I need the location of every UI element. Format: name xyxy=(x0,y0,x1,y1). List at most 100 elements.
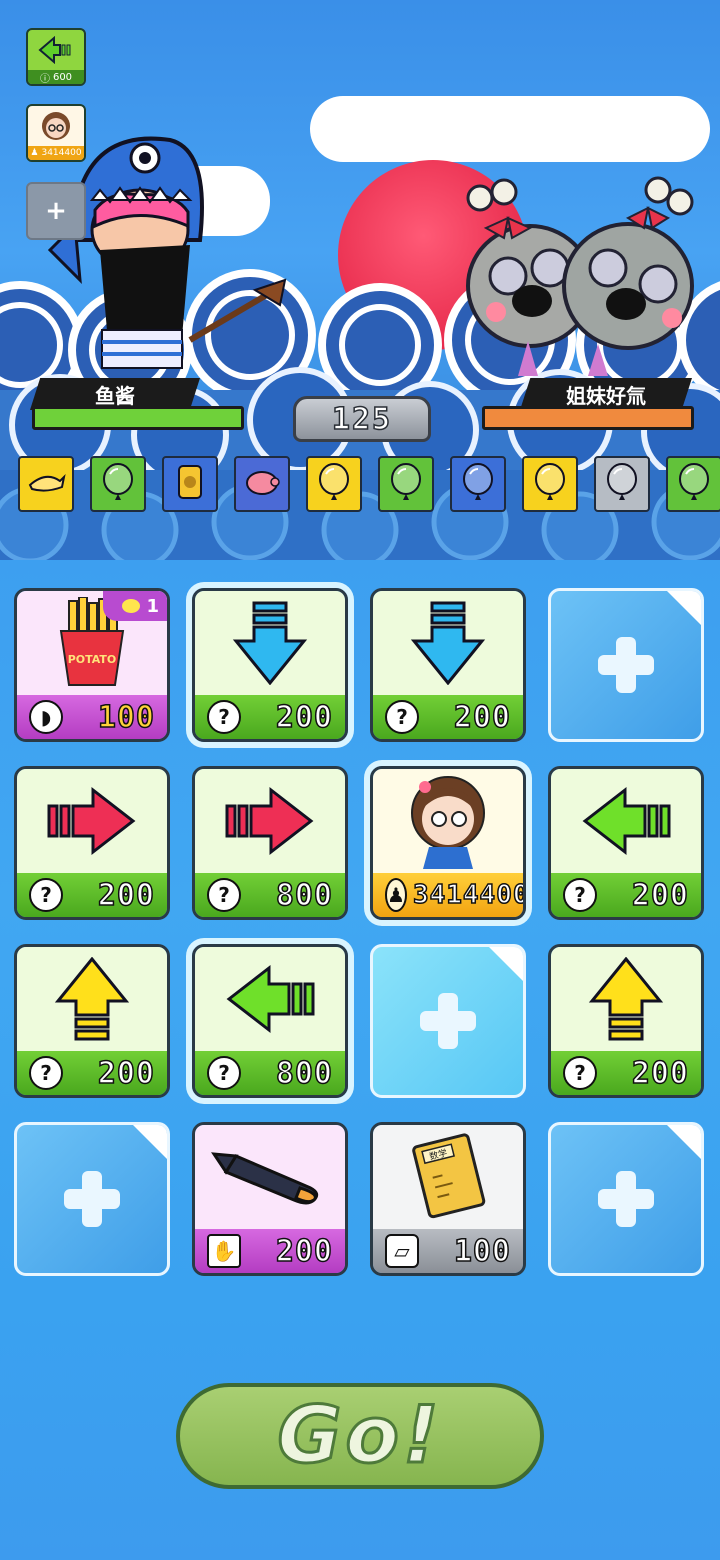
coin-icon: ? xyxy=(385,700,419,734)
back-arrow-icon xyxy=(28,30,84,70)
price-bar: ? 200 xyxy=(373,695,523,739)
price-value: 200 xyxy=(453,699,511,736)
gray-balloon-icon xyxy=(604,462,640,506)
piggy-bank-icon xyxy=(242,467,282,501)
empty-slot[interactable] xyxy=(548,1122,704,1276)
item-slot[interactable] xyxy=(450,456,506,512)
round-counter: 125 xyxy=(293,396,431,442)
green-balloon-icon xyxy=(676,462,712,506)
price-bar: ? 200 xyxy=(17,1051,167,1095)
bread-icon: ◗ xyxy=(29,700,63,734)
yellow-balloon-icon xyxy=(316,462,352,506)
player-name: 鱼酱 xyxy=(95,383,135,408)
item-slot[interactable] xyxy=(162,456,218,512)
item-slot[interactable] xyxy=(306,456,362,512)
item-slot[interactable] xyxy=(18,456,74,512)
girl-avatar-icon xyxy=(373,769,523,873)
avatar-button[interactable]: ♟ 3414400 xyxy=(26,104,86,162)
fries-label: POTATO xyxy=(68,653,117,666)
card-up-arrow[interactable]: ? 200 xyxy=(548,944,704,1098)
back-button[interactable]: ⓘ 600 xyxy=(26,28,86,86)
card-right-arrow[interactable]: ? 200 xyxy=(14,766,170,920)
magic-lamp-icon xyxy=(26,467,66,501)
plus-icon xyxy=(598,1171,654,1227)
coin-icon: ? xyxy=(207,1056,241,1090)
coin-icon: ? xyxy=(563,1056,597,1090)
page-fold xyxy=(665,1125,701,1161)
egg-icon xyxy=(122,599,141,613)
player-character xyxy=(47,136,287,369)
price-bar: ? 200 xyxy=(17,873,167,917)
card-up-arrow[interactable]: ? 200 xyxy=(14,944,170,1098)
avatar-value-text: 3414400 xyxy=(41,148,82,158)
item-slot[interactable] xyxy=(666,456,720,512)
player-hp-bar xyxy=(32,406,244,430)
go-label: Go! xyxy=(276,1390,443,1483)
empty-slot[interactable] xyxy=(370,944,526,1098)
math-book-icon: 数学 xyxy=(373,1125,523,1229)
price-value: 800 xyxy=(275,1055,333,1092)
stack-badge: 1 xyxy=(103,591,167,621)
stack-count: 1 xyxy=(146,595,159,617)
price-bar: ▱ 100 xyxy=(373,1229,523,1273)
down-arrow-icon xyxy=(195,591,345,695)
trophy-icon: ♟ xyxy=(385,878,407,912)
back-cost: ⓘ 600 xyxy=(28,70,84,84)
card-down-arrow[interactable]: ? 200 xyxy=(192,588,348,742)
page-fold xyxy=(665,591,701,627)
right-arrow-icon xyxy=(195,769,345,873)
empty-slot[interactable] xyxy=(548,588,704,742)
card-right-arrow[interactable]: ? 800 xyxy=(192,766,348,920)
item-slot[interactable] xyxy=(90,456,146,512)
card-left-arrow[interactable]: ? 800 xyxy=(192,944,348,1098)
coin-icon: ? xyxy=(563,878,597,912)
add-slot-button[interactable]: + xyxy=(26,182,86,240)
card-rocket[interactable]: ✋ 200 xyxy=(192,1122,348,1276)
trophy-icon: ♟ xyxy=(30,148,39,158)
hand-icon: ✋ xyxy=(207,1234,241,1268)
green-balloon-icon xyxy=(388,462,424,506)
price-bar: ? 800 xyxy=(195,1051,345,1095)
price-bar: ? 200 xyxy=(195,695,345,739)
go-button[interactable]: Go! xyxy=(176,1383,544,1489)
enemy-characters xyxy=(466,176,694,376)
card-math-book[interactable]: 数学 ▱ 100 xyxy=(370,1122,526,1276)
eraser-icon: ▱ xyxy=(385,1234,419,1268)
price-bar: ? 200 xyxy=(551,1051,701,1095)
card-fries[interactable]: POTATO 1 ◗ 100 xyxy=(14,588,170,742)
back-cost-value: 600 xyxy=(52,71,73,83)
coin-icon: ? xyxy=(29,878,63,912)
coin-icon: ⓘ xyxy=(39,73,50,85)
down-arrow-icon xyxy=(373,591,523,695)
coin-icon: ? xyxy=(207,700,241,734)
card-left-arrow[interactable]: ? 200 xyxy=(548,766,704,920)
price-value: 800 xyxy=(275,877,333,914)
price-bar: ? 800 xyxy=(195,873,345,917)
card-down-arrow[interactable]: ? 200 xyxy=(370,588,526,742)
price-bar: ✋ 200 xyxy=(195,1229,345,1273)
round-number: 125 xyxy=(331,401,393,438)
plus-icon xyxy=(64,1171,120,1227)
price-value: 200 xyxy=(631,877,689,914)
item-slot[interactable] xyxy=(378,456,434,512)
item-slot[interactable] xyxy=(234,456,290,512)
price-value: 200 xyxy=(97,1055,155,1092)
price-value: 200 xyxy=(631,1055,689,1092)
enemy-name: 姐妹好氚 xyxy=(566,383,646,408)
left-arrow-icon xyxy=(551,769,701,873)
up-arrow-icon xyxy=(17,947,167,1051)
price-value: 100 xyxy=(453,1233,511,1270)
page-fold xyxy=(487,947,523,983)
left-arrow-icon xyxy=(195,947,345,1051)
coin-icon: ? xyxy=(29,1056,63,1090)
price-bar: ♟ 3414400 xyxy=(373,873,523,917)
enemy-hp-bar xyxy=(482,406,694,430)
price-value: 200 xyxy=(275,1233,333,1270)
coin-icon: ? xyxy=(207,878,241,912)
item-slot[interactable] xyxy=(522,456,578,512)
item-slot[interactable] xyxy=(594,456,650,512)
card-girl-avatar[interactable]: ♟ 3414400 xyxy=(370,766,526,920)
up-arrow-icon xyxy=(551,947,701,1051)
avatar-value: ♟ 3414400 xyxy=(28,146,84,160)
empty-slot[interactable] xyxy=(14,1122,170,1276)
